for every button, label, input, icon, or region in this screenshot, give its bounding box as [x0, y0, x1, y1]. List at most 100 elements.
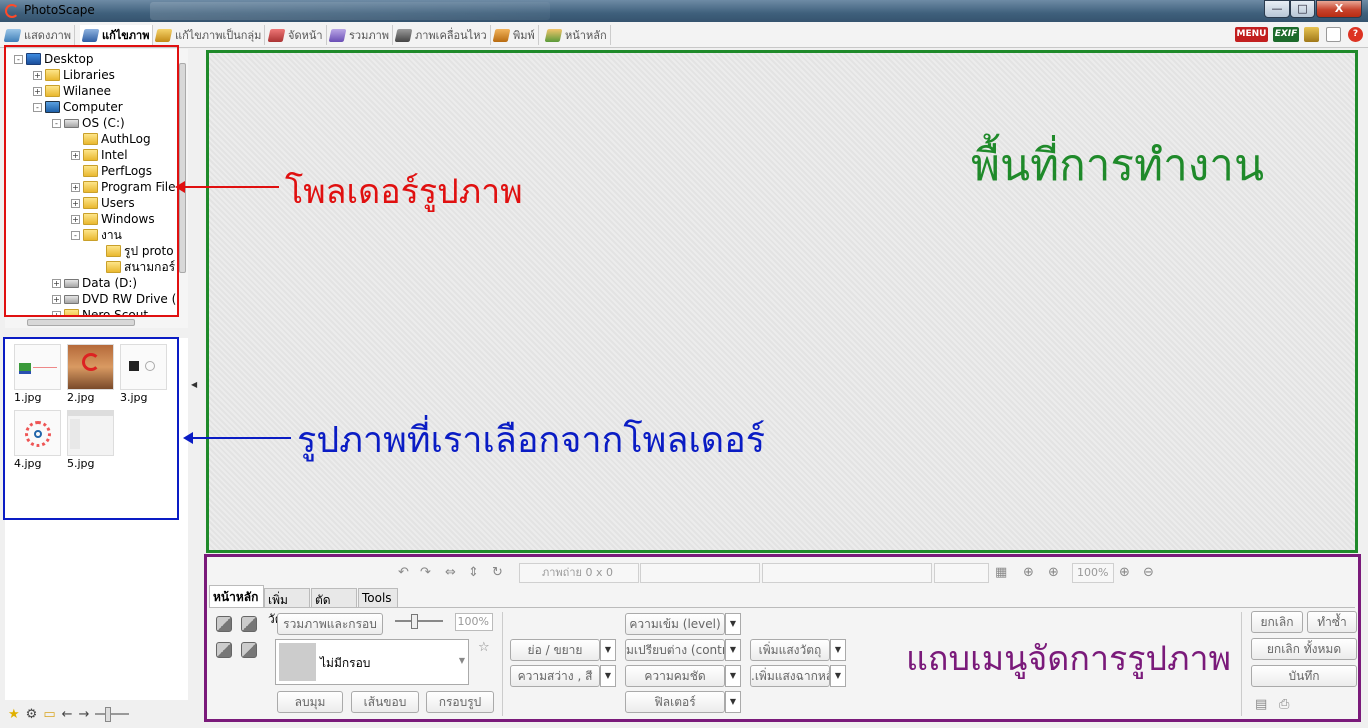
- minimize-button[interactable]: —: [1264, 0, 1290, 18]
- cancel-all-button[interactable]: ยกเลิก ทั้งหมด: [1251, 638, 1357, 660]
- level-button[interactable]: ความเข้ม (level): [625, 613, 725, 635]
- zoom-field[interactable]: 100%: [1072, 563, 1114, 583]
- copy-icon[interactable]: [1326, 27, 1341, 42]
- tab-print[interactable]: พิมพ์: [491, 25, 539, 45]
- frame-opacity-value[interactable]: 100%: [455, 613, 493, 631]
- contrast-dropdown[interactable]: ▼: [725, 639, 741, 661]
- resize-button[interactable]: ย่อ / ขยาย: [510, 639, 600, 661]
- tree-item-golf-course[interactable]: สนามกอร์: [106, 259, 175, 275]
- tab-combine[interactable]: รวมภาพ: [327, 25, 394, 45]
- sharpen-dropdown[interactable]: ▼: [725, 665, 741, 687]
- panel-tab-tools[interactable]: Tools: [358, 588, 398, 608]
- tree-item-wilanee[interactable]: + Wilanee: [33, 83, 111, 99]
- thumbnail-1[interactable]: 1.jpg: [14, 344, 62, 406]
- resize-dropdown[interactable]: ▼: [600, 639, 616, 661]
- expand-icon[interactable]: +: [71, 182, 80, 192]
- print-icon[interactable]: ⎙: [1279, 697, 1289, 712]
- tree-horizontal-scrollbar[interactable]: [5, 317, 188, 328]
- filter-dropdown[interactable]: ▼: [725, 691, 741, 713]
- favorite-star-icon[interactable]: ☆: [478, 640, 490, 655]
- shape-tool-icon[interactable]: [216, 616, 232, 632]
- forward-icon[interactable]: →: [79, 707, 90, 722]
- zoom-in-icon[interactable]: ⊕: [1119, 565, 1130, 580]
- bloom-object-dropdown[interactable]: ▼: [830, 639, 846, 661]
- tree-item-perflogs[interactable]: PerfLogs: [83, 163, 152, 179]
- thumbnail-2[interactable]: 2.jpg: [67, 344, 115, 406]
- flip-vertical-icon[interactable]: ⇕: [468, 565, 479, 580]
- shape-tool-icon[interactable]: [241, 616, 257, 632]
- settings-icon[interactable]: ⚙: [26, 707, 38, 722]
- tree-item-authlog[interactable]: AuthLog: [83, 131, 151, 147]
- scroll-thumb[interactable]: [179, 63, 186, 273]
- collapse-icon[interactable]: -: [71, 230, 80, 240]
- transparency-icon[interactable]: ▦: [995, 565, 1007, 580]
- zoom-fit-icon[interactable]: ⊕: [1048, 565, 1059, 580]
- tree-item-intel[interactable]: + Intel: [71, 147, 128, 163]
- tree-item-libraries[interactable]: + Libraries: [33, 67, 115, 83]
- shape-tool-icon[interactable]: [241, 642, 257, 658]
- folder-tree[interactable]: - Desktop + Libraries + Wilanee - Comput…: [5, 49, 177, 317]
- collapse-icon[interactable]: -: [52, 118, 61, 128]
- zoom-actual-icon[interactable]: ⊕: [1023, 565, 1034, 580]
- thumbnail-3[interactable]: 3.jpg: [120, 344, 168, 406]
- level-dropdown[interactable]: ▼: [725, 613, 741, 635]
- border-button[interactable]: เส้นขอบ: [351, 691, 419, 713]
- tree-item-program-files[interactable]: + Program File: [71, 179, 176, 195]
- tab-batch-editor[interactable]: แก้ไขภาพเป็นกลุ่ม: [153, 25, 266, 45]
- tab-editor[interactable]: แก้ไขภาพ: [80, 25, 154, 45]
- tree-item-computer[interactable]: - Computer: [33, 99, 123, 115]
- brightness-dropdown[interactable]: ▼: [600, 665, 616, 687]
- help-icon[interactable]: ?: [1348, 27, 1363, 42]
- panel-tab-crop[interactable]: ตัดภาพ: [311, 588, 357, 626]
- menu-button[interactable]: MENU: [1235, 27, 1268, 42]
- tree-item-nero-scout[interactable]: + Nero Scout: [52, 307, 148, 317]
- frame-opacity-slider[interactable]: [395, 614, 443, 629]
- tree-item-os-c[interactable]: - OS (C:): [52, 115, 125, 131]
- save-button[interactable]: บันทึก: [1251, 665, 1357, 687]
- thumbnail-size-slider[interactable]: [95, 707, 130, 722]
- expand-icon[interactable]: +: [33, 70, 42, 80]
- bloom-background-button[interactable]: .เพิ่มแสงฉากหลัง: [750, 665, 830, 687]
- bloom-background-dropdown[interactable]: ▼: [830, 665, 846, 687]
- zoom-out-icon[interactable]: ⊖: [1143, 565, 1154, 580]
- filter-button[interactable]: ฟิลเตอร์: [625, 691, 725, 713]
- tree-item-users[interactable]: + Users: [71, 195, 135, 211]
- tab-home[interactable]: หน้าหลัก: [543, 25, 611, 45]
- close-button[interactable]: X: [1316, 0, 1362, 18]
- collapse-icon[interactable]: -: [14, 54, 23, 64]
- expand-icon[interactable]: +: [33, 86, 42, 96]
- maximize-button[interactable]: □: [1290, 0, 1315, 18]
- tab-viewer[interactable]: แสดงภาพ: [2, 25, 75, 45]
- frame-select[interactable]: ไม่มีกรอบ ▼: [275, 639, 469, 685]
- tree-item-dvd-drive[interactable]: + DVD RW Drive (: [52, 291, 176, 307]
- tree-item-ngan[interactable]: - งาน: [71, 227, 122, 243]
- contrast-button[interactable]: มเปรียบต่าง (contr: [625, 639, 725, 661]
- redo-icon[interactable]: ↷: [420, 565, 431, 580]
- expand-icon[interactable]: +: [71, 150, 80, 160]
- workspace-canvas[interactable]: [209, 53, 1355, 551]
- collapse-left-panel-icon[interactable]: ◀: [191, 380, 197, 389]
- bloom-object-button[interactable]: เพิ่มแสงวัตถุ: [750, 639, 830, 661]
- collapse-icon[interactable]: -: [33, 102, 42, 112]
- expand-icon[interactable]: +: [71, 214, 80, 224]
- round-corner-button[interactable]: ลบมุม: [277, 691, 343, 713]
- exif-button[interactable]: EXIF: [1273, 27, 1299, 42]
- flip-horizontal-icon[interactable]: ⇔: [445, 565, 456, 580]
- brightness-button[interactable]: ความสว่าง , สี: [510, 665, 600, 687]
- thumbnail-5[interactable]: 5.jpg: [67, 410, 115, 472]
- thumbnail-4[interactable]: 4.jpg: [14, 410, 62, 472]
- open-folder-icon[interactable]: ▭: [43, 707, 55, 722]
- sharpen-button[interactable]: ความคมชัด: [625, 665, 725, 687]
- expand-icon[interactable]: +: [52, 278, 61, 288]
- tree-item-data-d[interactable]: + Data (D:): [52, 275, 137, 291]
- expand-icon[interactable]: +: [52, 294, 61, 304]
- star-icon[interactable]: ★: [8, 707, 20, 722]
- panel-tab-home[interactable]: หน้าหลัก: [209, 585, 264, 608]
- undo-icon[interactable]: ↶: [398, 565, 409, 580]
- scroll-thumb[interactable]: [27, 319, 135, 326]
- tab-page[interactable]: จัดหน้า: [266, 25, 327, 45]
- tree-item-desktop[interactable]: - Desktop: [14, 51, 94, 67]
- cancel-button[interactable]: ยกเลิก: [1251, 611, 1303, 633]
- back-icon[interactable]: ←: [62, 707, 73, 722]
- film-icon[interactable]: [1304, 27, 1319, 42]
